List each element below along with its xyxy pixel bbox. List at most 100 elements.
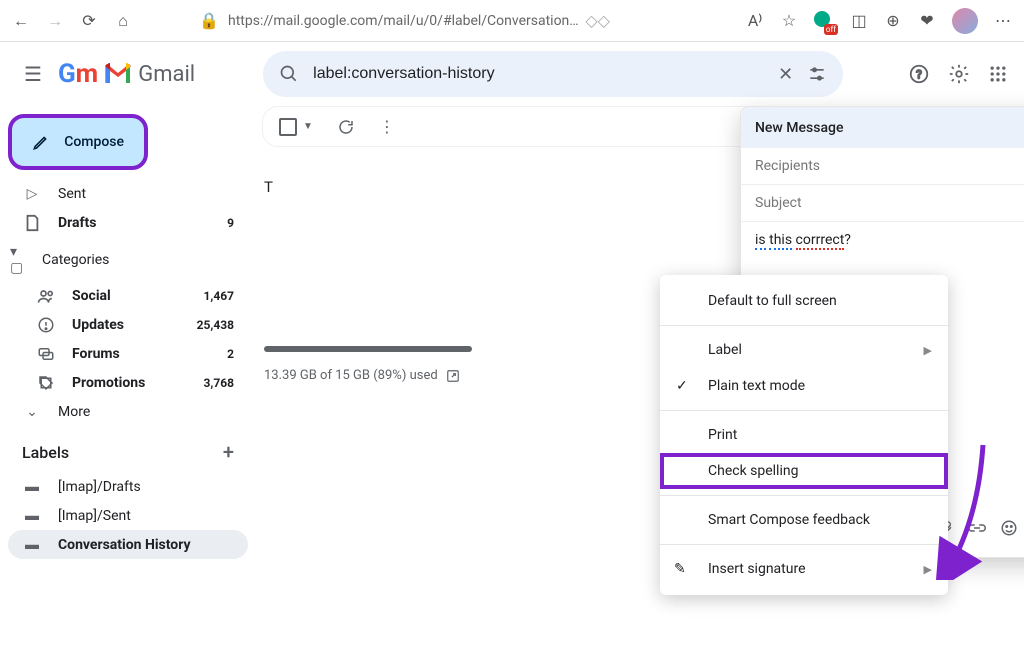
- menu-check-spelling[interactable]: Check spelling: [660, 453, 948, 489]
- menu-smart-compose-feedback[interactable]: Smart Compose feedback: [660, 502, 948, 538]
- menu-insert-signature[interactable]: ✎Insert signature▶: [660, 551, 948, 587]
- apps-icon[interactable]: [988, 64, 1008, 84]
- menu-icon[interactable]: ☰: [16, 54, 50, 94]
- more-options-menu: Default to full screen Label▶ ✓Plain tex…: [660, 275, 948, 595]
- search-options-icon[interactable]: [807, 64, 827, 84]
- favorite-icon[interactable]: ☆: [780, 12, 798, 30]
- chevron-down-icon: ⌄: [22, 404, 42, 420]
- sidebar-item-social[interactable]: Social 1,467: [8, 282, 248, 310]
- back-icon[interactable]: ←: [12, 12, 30, 30]
- forward-icon: →: [46, 12, 64, 30]
- sidebar-label: Social: [72, 288, 111, 304]
- labels-section-header: Labels +: [8, 426, 248, 472]
- label-icon: ▬: [22, 536, 42, 553]
- extension-icon[interactable]: off: [814, 11, 834, 31]
- more-mail-icon[interactable]: ⋮: [379, 117, 395, 136]
- sidebar-label: Updates: [72, 317, 124, 333]
- sidebar-item-forums[interactable]: Forums 2: [8, 340, 248, 368]
- sidebar-item-drafts[interactable]: Drafts 9: [8, 208, 248, 238]
- menu-plain-text[interactable]: ✓Plain text mode: [660, 368, 948, 404]
- forums-icon: [36, 346, 56, 362]
- sidebar-item-categories[interactable]: ▾ ▢ Categories: [8, 238, 248, 282]
- menu-label[interactable]: Label▶: [660, 332, 948, 368]
- promotions-icon: [36, 374, 56, 392]
- compose-button[interactable]: Compose: [8, 114, 148, 170]
- browser-toolbar: ← → ⟳ ⌂ 🔒 https://mail.google.com/mail/u…: [0, 0, 1024, 42]
- sent-icon: ▷: [22, 186, 42, 202]
- sidebar: Compose ▷ Sent Drafts 9 ▾ ▢ Categories S…: [0, 106, 256, 663]
- emoji-icon[interactable]: [998, 519, 1020, 537]
- label-icon: ▬: [22, 478, 42, 495]
- sidebar-count: 1,467: [204, 289, 235, 303]
- menu-print[interactable]: Print: [660, 417, 948, 453]
- sidebar-label: Drafts: [58, 215, 96, 231]
- body-punct: ?: [844, 232, 851, 248]
- body-word-misspelled: corrrect: [796, 232, 845, 250]
- url-text: https://mail.google.com/mail/u/0/#label/…: [228, 13, 579, 29]
- sidebar-label: Categories: [42, 252, 109, 268]
- read-aloud-icon[interactable]: A⁾: [746, 12, 764, 30]
- address-bar[interactable]: 🔒 https://mail.google.com/mail/u/0/#labe…: [188, 8, 619, 34]
- sync-icon[interactable]: ◇◇: [589, 12, 607, 30]
- label-text: Conversation History: [58, 537, 191, 553]
- lock-icon: 🔒: [200, 12, 218, 30]
- pencil-icon: [32, 132, 50, 152]
- gmail-logo[interactable]: Gm Gmail: [58, 59, 195, 89]
- sidebar-count: 9: [227, 216, 234, 230]
- support-icon[interactable]: ?: [908, 63, 930, 85]
- sidebar-count: 2: [227, 347, 234, 361]
- gmail-m-icon: [104, 63, 132, 85]
- refresh-icon[interactable]: ⟳: [80, 12, 98, 30]
- recipients-field[interactable]: Recipients: [741, 148, 1024, 185]
- search-input[interactable]: [313, 65, 764, 83]
- link-icon[interactable]: [966, 522, 988, 534]
- body-word: is: [755, 232, 766, 250]
- compose-header[interactable]: New Message ─ ⤢ ✕: [741, 107, 1024, 148]
- sidebar-label: More: [58, 404, 90, 420]
- sidebar-count: 25,438: [197, 318, 234, 332]
- settings-icon[interactable]: [948, 63, 970, 85]
- chevron-down-icon: ▾ ▢: [10, 244, 30, 276]
- split-icon[interactable]: ◫: [850, 12, 868, 30]
- drafts-icon: [22, 214, 42, 232]
- sidebar-item-updates[interactable]: Updates 25,438: [8, 310, 248, 340]
- subject-field[interactable]: Subject: [741, 185, 1024, 222]
- refresh-mail-icon[interactable]: [337, 118, 355, 136]
- body-word: this: [769, 232, 792, 250]
- compose-label: Compose: [64, 134, 124, 150]
- clear-search-icon[interactable]: ✕: [778, 64, 793, 85]
- add-label-icon[interactable]: +: [223, 440, 234, 464]
- search-box[interactable]: ✕: [263, 51, 843, 97]
- social-icon: [36, 288, 56, 304]
- labels-title: Labels: [22, 443, 69, 462]
- sidebar-label: Promotions: [72, 375, 145, 391]
- compose-title: New Message: [755, 120, 843, 136]
- scrollbar-track[interactable]: [264, 346, 472, 352]
- collections-icon[interactable]: ⊕: [884, 12, 902, 30]
- check-icon: ✓: [676, 378, 688, 394]
- label-text: [Imap]/Sent: [58, 508, 131, 524]
- label-item-conversation-history[interactable]: ▬ Conversation History: [8, 530, 248, 559]
- sidebar-item-more[interactable]: ⌄ More: [8, 398, 248, 426]
- gmail-brand-text: Gmail: [138, 62, 195, 87]
- label-icon: ▬: [22, 507, 42, 524]
- pen-icon: ✎: [674, 561, 686, 577]
- open-storage-icon[interactable]: [446, 369, 460, 383]
- wellness-icon[interactable]: ❤: [918, 12, 936, 30]
- home-icon[interactable]: ⌂: [114, 12, 132, 30]
- sidebar-item-promotions[interactable]: Promotions 3,768: [8, 368, 248, 398]
- label-item-imap-sent[interactable]: ▬ [Imap]/Sent: [8, 501, 248, 530]
- label-item-imap-drafts[interactable]: ▬ [Imap]/Drafts: [8, 472, 248, 501]
- search-icon: [279, 64, 299, 84]
- profile-avatar[interactable]: [952, 8, 978, 34]
- sidebar-count: 3,768: [204, 376, 235, 390]
- menu-default-fullscreen[interactable]: Default to full screen: [660, 283, 948, 319]
- label-text: [Imap]/Drafts: [58, 479, 141, 495]
- truncated-row: T: [264, 178, 273, 196]
- sidebar-item-sent[interactable]: ▷ Sent: [8, 180, 248, 208]
- chevron-right-icon: ▶: [924, 563, 932, 576]
- gmail-header: ☰ Gm Gmail ✕ ?: [0, 42, 1024, 106]
- more-icon[interactable]: ⋯: [994, 12, 1012, 30]
- select-all-checkbox[interactable]: ▼: [279, 118, 313, 136]
- svg-text:?: ?: [916, 68, 922, 82]
